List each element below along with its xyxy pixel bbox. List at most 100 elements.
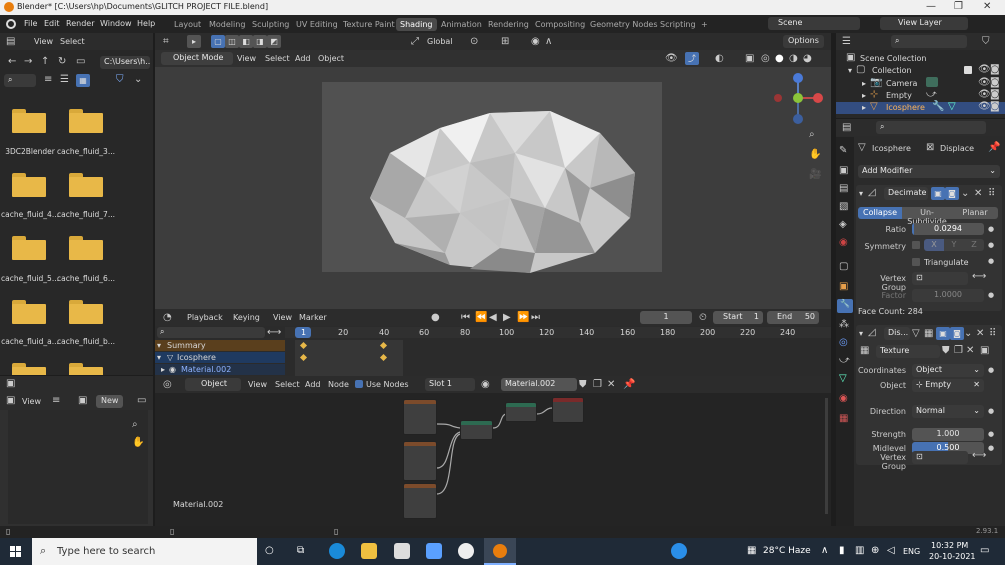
prev-keyframe-icon[interactable]: ⏪ bbox=[475, 312, 487, 324]
select-mode-intersect-icon[interactable]: ◩ bbox=[267, 35, 281, 48]
jump-start-icon[interactable]: ⏮ bbox=[461, 312, 470, 324]
folder-icon[interactable] bbox=[69, 363, 103, 375]
image-view-menu[interactable]: View bbox=[22, 397, 41, 406]
xray-icon[interactable]: ▣ bbox=[745, 53, 754, 65]
pivot-icon[interactable]: ⊙ bbox=[470, 36, 478, 48]
tab-compositing[interactable]: Compositing bbox=[531, 18, 589, 31]
folder-icon[interactable] bbox=[12, 173, 46, 197]
properties-search-input[interactable]: ⌕ bbox=[876, 121, 986, 134]
camera-data-icon[interactable] bbox=[926, 77, 938, 87]
viewport-add-menu[interactable]: Add bbox=[295, 54, 311, 63]
view-layer-selector[interactable]: View Layer bbox=[880, 17, 968, 30]
remove-modifier-icon[interactable]: ✕ bbox=[976, 328, 984, 340]
camera-icon[interactable]: ◙ bbox=[990, 64, 1000, 76]
viewport-object-menu[interactable]: Object bbox=[318, 54, 344, 63]
playback-menu[interactable]: Playback bbox=[187, 313, 223, 322]
texture-node[interactable] bbox=[403, 483, 437, 519]
triangulate-checkbox[interactable] bbox=[912, 258, 920, 266]
zoom-icon[interactable]: ⌕ bbox=[132, 419, 138, 431]
mix-node[interactable] bbox=[460, 420, 493, 440]
scene-selector[interactable]: Scene bbox=[768, 17, 860, 30]
expand-arrow-icon[interactable]: ▾ bbox=[157, 353, 161, 362]
end-frame-field[interactable]: End 50 bbox=[767, 311, 819, 324]
new-texture-icon[interactable]: ▣ bbox=[980, 345, 989, 357]
axis-y-button[interactable]: Y bbox=[944, 239, 964, 251]
add-modifier-dropdown[interactable]: Add Modifier ⌄ bbox=[858, 165, 1000, 178]
expand-arrow-icon[interactable]: ▸ bbox=[862, 103, 866, 112]
close-icon[interactable]: ✕ bbox=[973, 380, 980, 389]
edit-mode-toggle-icon[interactable]: ▣ bbox=[936, 327, 950, 340]
shader-node-editor[interactable]: ◎ Object View Select Add Node Use Nodes … bbox=[155, 376, 831, 526]
timeline-view-menu[interactable]: View bbox=[273, 313, 292, 322]
outliner-item-empty[interactable]: Empty bbox=[886, 91, 912, 100]
eye-icon[interactable]: 👁 bbox=[978, 64, 991, 76]
factor-field[interactable]: 1.0000 bbox=[912, 289, 984, 302]
tool-tab-icon[interactable]: ✎ bbox=[839, 145, 847, 157]
camera-view-icon[interactable]: 🎥 bbox=[809, 169, 821, 181]
weather-label[interactable]: 28°C Haze bbox=[763, 546, 811, 556]
outliner-search-input[interactable]: ⌕ bbox=[891, 35, 967, 48]
tab-geometry-nodes[interactable]: Geometry Nodes bbox=[586, 18, 661, 31]
folder-icon[interactable] bbox=[12, 300, 46, 324]
editor-type-icon[interactable]: ▣ bbox=[6, 378, 15, 390]
collection-tab-icon[interactable]: ▢ bbox=[839, 261, 848, 273]
keyframe-dot-icon[interactable]: ● bbox=[988, 289, 994, 301]
drag-handle-icon[interactable]: ⠿ bbox=[989, 328, 996, 340]
proportional-edit-icon[interactable]: ◉ bbox=[531, 36, 540, 48]
record-icon[interactable]: ● bbox=[431, 312, 440, 324]
help-icon[interactable] bbox=[671, 543, 687, 559]
folder-icon[interactable] bbox=[12, 236, 46, 260]
scrollbar[interactable] bbox=[825, 398, 828, 514]
tray-chevron-icon[interactable]: ∧ bbox=[821, 545, 828, 557]
maximize-button[interactable]: ❐ bbox=[954, 1, 963, 12]
constraints-tab-icon[interactable]: ⤻ bbox=[839, 355, 850, 367]
navigation-gizmo[interactable] bbox=[769, 71, 829, 127]
tab-sculpting[interactable]: Sculpting bbox=[248, 18, 293, 31]
channel-material[interactable]: ▸ ◉ Material.002 bbox=[155, 364, 285, 375]
expand-arrow-icon[interactable]: ▸ bbox=[161, 365, 165, 374]
next-keyframe-icon[interactable]: ⏩ bbox=[517, 312, 529, 324]
editor-type-icon[interactable]: ◔ bbox=[163, 312, 172, 324]
horizontal-list-icon[interactable]: ☰ bbox=[60, 74, 69, 86]
image-canvas[interactable] bbox=[8, 410, 148, 524]
cortana-icon[interactable]: ○ bbox=[265, 545, 274, 557]
keyframe-dot-icon[interactable]: ● bbox=[988, 255, 994, 267]
keying-menu[interactable]: Keying bbox=[233, 313, 260, 322]
vertex-group-field[interactable]: ⊡ bbox=[912, 272, 968, 285]
file-view-menu[interactable]: View bbox=[34, 37, 53, 46]
forward-arrow-icon[interactable]: → bbox=[24, 56, 32, 68]
eye-icon[interactable]: 👁 bbox=[978, 89, 991, 101]
clock-date[interactable]: 20-10-2021 bbox=[929, 552, 976, 561]
editor-type-icon[interactable]: ⌗ bbox=[163, 36, 169, 48]
keyframe-dot-icon[interactable]: ● bbox=[988, 442, 994, 454]
material-output-node[interactable] bbox=[552, 397, 584, 423]
thumbnail-view-icon[interactable]: ▦ bbox=[76, 74, 90, 87]
play-reverse-icon[interactable]: ◀ bbox=[489, 312, 497, 324]
channel-icosphere[interactable]: ▾ ▽ Icosphere bbox=[155, 352, 285, 363]
object-tab-icon[interactable]: ▣ bbox=[839, 281, 848, 293]
select-mode-new-icon[interactable]: ▢ bbox=[211, 35, 225, 48]
collapse-arrow-icon[interactable]: ▾ bbox=[859, 329, 863, 338]
folder-icon[interactable] bbox=[69, 109, 103, 133]
invert-arrows-icon[interactable]: ⟷ bbox=[972, 450, 986, 462]
menu-file[interactable]: File bbox=[24, 19, 37, 28]
outliner-item-icosphere[interactable]: Icosphere bbox=[886, 103, 925, 112]
folder-icon[interactable] bbox=[69, 236, 103, 260]
editor-type-icon[interactable]: ▤ bbox=[6, 36, 15, 48]
modifier-tab-icon[interactable]: 🔧 bbox=[837, 299, 853, 313]
cage-toggle-icon[interactable]: ▦ bbox=[924, 328, 933, 340]
folder-icon[interactable] bbox=[69, 173, 103, 197]
select-mode-invert-icon[interactable]: ◨ bbox=[253, 35, 267, 48]
texture-node[interactable] bbox=[403, 441, 437, 481]
keyframe-dot-icon[interactable]: ● bbox=[988, 405, 994, 417]
minimize-button[interactable]: — bbox=[926, 1, 936, 12]
displace-vertex-group-field[interactable]: ⊡ bbox=[912, 451, 968, 464]
task-view-icon[interactable]: ⧉ bbox=[297, 545, 304, 557]
volume-icon[interactable]: ◁ bbox=[887, 545, 895, 557]
file-explorer-icon[interactable] bbox=[361, 543, 377, 559]
editor-type-icon[interactable]: ▤ bbox=[842, 122, 851, 134]
transform-orientation-icon[interactable]: ⤢ bbox=[411, 36, 419, 48]
hamburger-icon[interactable]: ≡ bbox=[52, 395, 60, 407]
ratio-slider[interactable]: 0.0294 bbox=[912, 223, 984, 235]
outliner-item-camera[interactable]: Camera bbox=[886, 79, 917, 88]
